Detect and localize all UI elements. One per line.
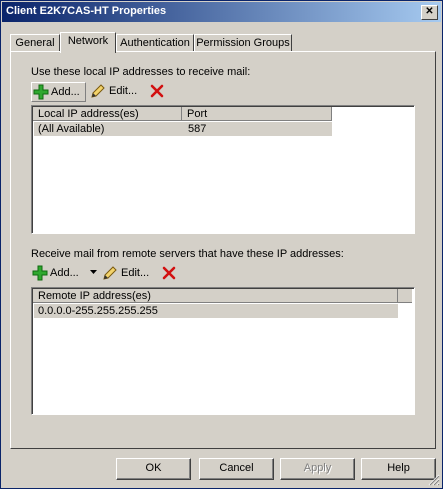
local-ip-cell: (All Available)	[38, 123, 105, 135]
cancel-button[interactable]: Cancel	[199, 458, 274, 480]
remote-remove-button[interactable]	[160, 264, 178, 282]
add-icon	[32, 265, 48, 281]
help-label: Help	[387, 462, 410, 474]
local-add-label: Add...	[51, 86, 80, 98]
tab-network-label: Network	[67, 35, 109, 47]
remote-ip-caption: Receive mail from remote servers that ha…	[31, 248, 344, 260]
pencil-icon	[103, 266, 117, 280]
remote-ip-cell: 0.0.0.0-255.255.255.255	[38, 305, 158, 317]
tab-authentication-label: Authentication	[120, 37, 190, 49]
resize-grip-icon[interactable]	[428, 474, 440, 486]
local-ip-column-header[interactable]: Local IP address(es)	[33, 107, 182, 121]
remote-edit-button[interactable]: Edit...	[102, 264, 156, 282]
remote-edit-label: Edit...	[121, 267, 150, 279]
port-column-header[interactable]: Port	[182, 107, 332, 121]
close-icon: ✕	[425, 6, 434, 17]
local-edit-label: Edit...	[109, 85, 138, 97]
ok-button[interactable]: OK	[116, 458, 191, 480]
network-tab-panel: Use these local IP addresses to receive …	[10, 51, 436, 449]
remote-ip-column-header[interactable]: Remote IP address(es)	[33, 289, 398, 303]
help-button[interactable]: Help	[361, 458, 436, 480]
tab-network[interactable]: Network	[60, 32, 116, 53]
remote-add-label: Add...	[50, 267, 79, 279]
remote-toolbar: Add... Edit...	[31, 264, 331, 284]
delete-icon	[150, 84, 164, 98]
tab-authentication[interactable]: Authentication	[116, 34, 194, 52]
window-title: Client E2K7CAS-HT Properties	[6, 5, 167, 17]
tab-general[interactable]: General	[10, 34, 60, 52]
local-toolbar: Add... Edit...	[31, 82, 331, 102]
port-cell: 587	[188, 123, 207, 135]
title-bar[interactable]: Client E2K7CAS-HT Properties ✕	[2, 2, 441, 22]
tab-permission-groups-label: Permission Groups	[196, 37, 290, 49]
remote-ip-list[interactable]: Remote IP address(es) 0.0.0.0-255.255.25…	[31, 287, 415, 415]
close-button[interactable]: ✕	[421, 5, 438, 20]
column-header-filler	[398, 289, 412, 303]
pencil-icon	[91, 84, 105, 98]
local-add-button[interactable]: Add...	[31, 82, 86, 102]
table-row[interactable]: 0.0.0.0-255.255.255.255	[34, 304, 398, 318]
local-edit-button[interactable]: Edit...	[90, 82, 144, 100]
remote-add-button[interactable]: Add...	[31, 264, 85, 282]
local-ip-caption: Use these local IP addresses to receive …	[31, 66, 251, 78]
properties-dialog: Client E2K7CAS-HT Properties ✕ General N…	[0, 0, 443, 489]
local-remove-button[interactable]	[148, 82, 166, 100]
add-icon	[33, 84, 49, 100]
cancel-label: Cancel	[219, 462, 254, 474]
remote-add-dropdown[interactable]	[89, 264, 99, 282]
table-row[interactable]: (All Available) 587	[34, 122, 332, 136]
delete-icon	[162, 266, 176, 280]
apply-label: Apply	[303, 462, 332, 474]
dropdown-arrow-icon	[90, 270, 97, 274]
ok-label: OK	[145, 462, 162, 474]
apply-button[interactable]: Apply	[280, 458, 355, 480]
tab-permission-groups[interactable]: Permission Groups	[194, 34, 292, 52]
tab-general-label: General	[15, 37, 55, 49]
local-ip-list[interactable]: Local IP address(es) Port (All Available…	[31, 105, 415, 234]
